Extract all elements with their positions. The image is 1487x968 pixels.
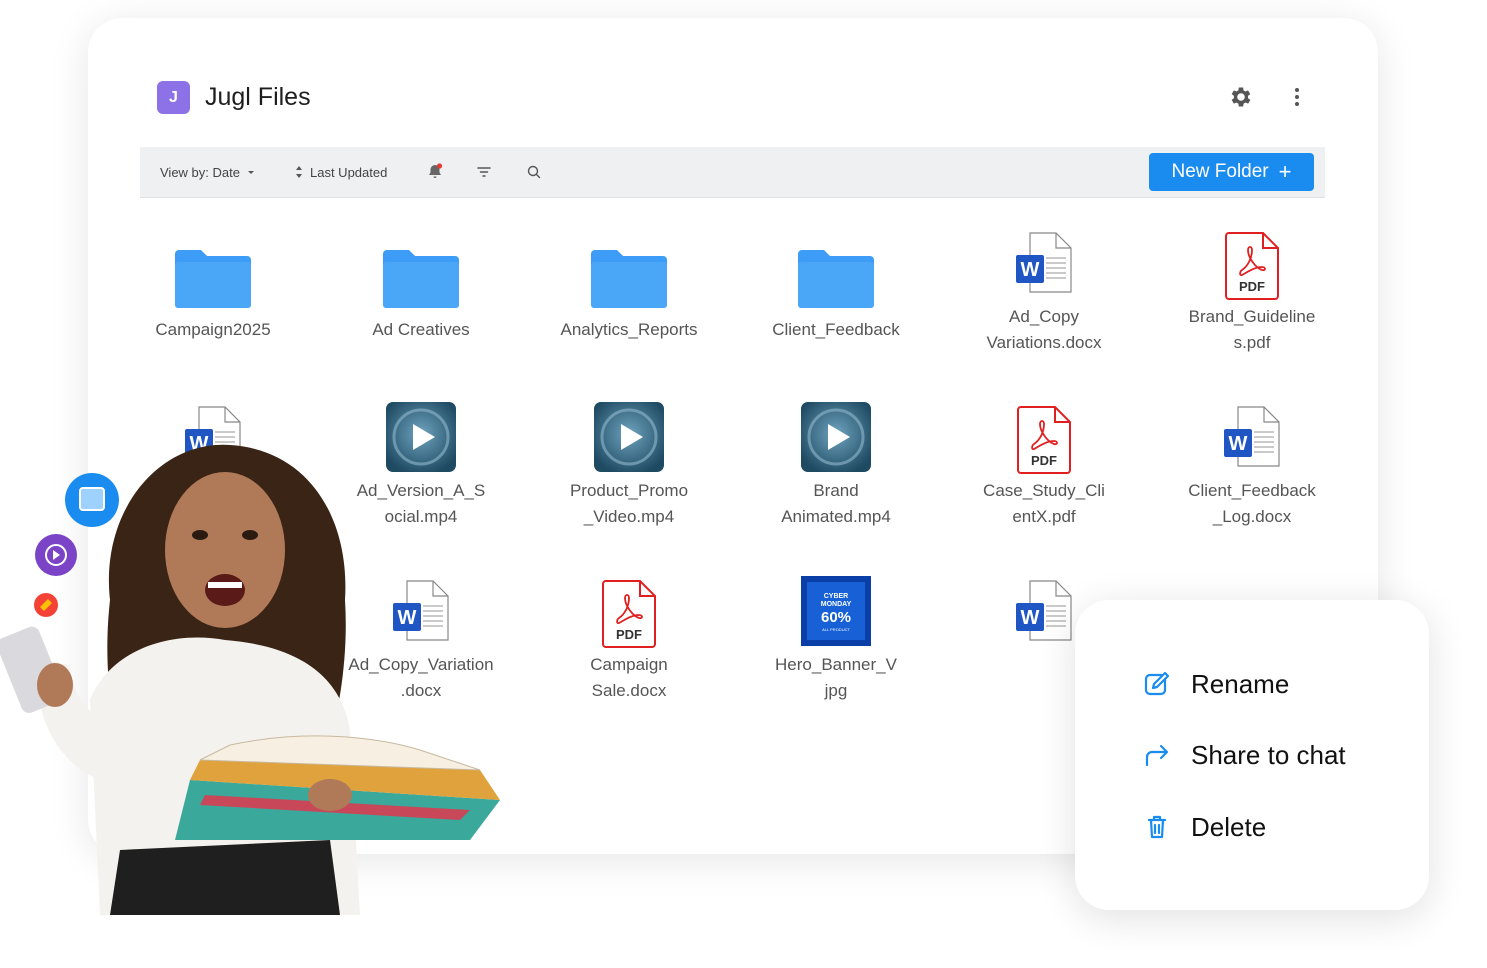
folder-icon <box>798 250 874 308</box>
folder-icon <box>591 250 667 308</box>
edit-icon <box>1144 671 1170 696</box>
filter-icon[interactable] <box>474 162 494 182</box>
rename-label: Rename <box>1191 668 1290 699</box>
sort-label: Last Updated <box>310 164 388 180</box>
app-logo-letter: J <box>169 88 178 106</box>
svg-text:W: W <box>1021 259 1040 281</box>
context-menu: Rename Share to chat Delete <box>1075 600 1429 910</box>
file-name: Client_Feedback _Log.docx <box>1188 481 1316 526</box>
share-to-chat-menu-item[interactable]: Share to chat <box>1141 735 1346 775</box>
delete-label: Delete <box>1191 811 1267 842</box>
file-name: Ad Creatives <box>372 320 470 339</box>
svg-text:MONDAY: MONDAY <box>821 601 852 608</box>
image-thumbnail: CYBER MONDAY 60% ALL PRODUCT <box>801 576 871 646</box>
page-title: Jugl Files <box>205 83 311 111</box>
person-illustration <box>0 444 500 915</box>
view-by-dropdown[interactable]: View by: Date <box>160 147 258 197</box>
video-thumbnail-icon <box>801 402 871 472</box>
pdf-document-icon: PDF <box>1225 232 1279 300</box>
share-to-chat-label: Share to chat <box>1191 739 1346 770</box>
sort-icon <box>296 166 302 178</box>
word-document-icon: W <box>1016 232 1072 293</box>
svg-text:CYBER: CYBER <box>824 593 849 600</box>
plus-icon: + <box>1278 159 1292 184</box>
share-icon <box>1145 744 1169 767</box>
file-name: Hero_Banner_V jpg <box>775 655 897 700</box>
svg-text:PDF: PDF <box>616 627 642 642</box>
bell-icon[interactable] <box>425 162 445 182</box>
folder-icon <box>383 250 459 308</box>
file-name: Case_Study_Cli entX.pdf <box>983 481 1105 526</box>
trash-icon <box>1147 815 1167 839</box>
new-folder-label: New Folder <box>1171 161 1269 182</box>
sort-dropdown[interactable]: Last Updated <box>292 147 387 197</box>
file-name: Product_Promo _Video.mp4 <box>569 481 689 526</box>
search-icon[interactable] <box>524 162 544 182</box>
pdf-document-icon: PDF <box>602 580 656 648</box>
file-name: Brand_Guideline s.pdf <box>1188 307 1316 352</box>
file-name: Campaign Sale.docx <box>590 655 668 700</box>
file-name: Campaign2025 <box>155 320 271 339</box>
pdf-document-icon: PDF <box>1017 406 1071 474</box>
view-by-label: View by: Date <box>160 164 240 180</box>
file-name: Analytics_Reports <box>560 320 698 339</box>
svg-text:60%: 60% <box>821 609 851 626</box>
file-name: Client_Feedback <box>772 320 900 339</box>
more-vertical-icon[interactable] <box>1289 86 1305 108</box>
svg-text:W: W <box>1229 433 1248 455</box>
svg-text:PDF: PDF <box>1239 279 1265 294</box>
app-logo: J <box>157 81 190 114</box>
chevron-down-icon <box>247 171 254 174</box>
svg-text:W: W <box>1021 607 1040 629</box>
new-folder-button[interactable]: New Folder + <box>1149 153 1314 191</box>
word-document-icon: W <box>1224 406 1280 467</box>
delete-menu-item[interactable]: Delete <box>1141 807 1266 847</box>
rename-menu-item[interactable]: Rename <box>1141 664 1289 704</box>
word-document-icon: W <box>1016 580 1072 641</box>
file-name: Ad_Copy Variations.docx <box>986 307 1102 352</box>
folder-icon <box>175 250 251 308</box>
video-thumbnail-icon <box>594 402 664 472</box>
svg-text:ALL PRODUCT: ALL PRODUCT <box>822 627 850 632</box>
files-toolbar: View by: Date Last Updated New Folder + <box>140 147 1325 198</box>
svg-text:PDF: PDF <box>1031 453 1057 468</box>
file-name: Brand Animated.mp4 <box>781 481 891 526</box>
gear-icon[interactable] <box>1228 84 1254 110</box>
